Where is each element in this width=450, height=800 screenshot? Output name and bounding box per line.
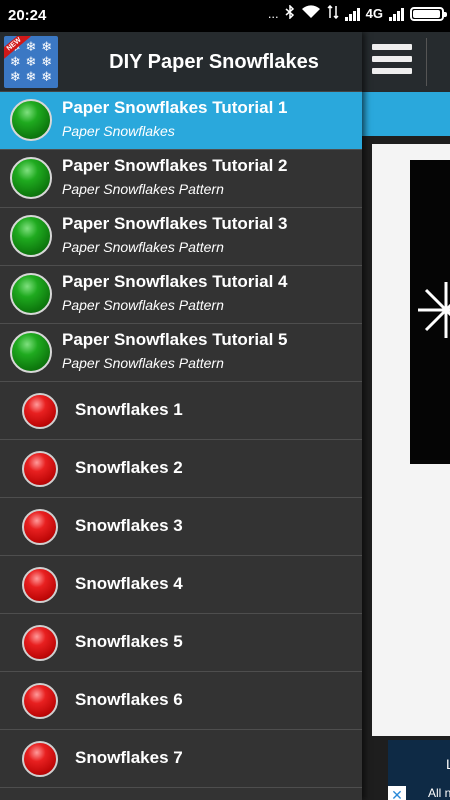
navigation-drawer: ❄❄❄ ❄❄❄ ❄❄❄ NEW DIY Paper Snowflakes Pap… xyxy=(0,32,362,800)
green-ball-icon xyxy=(10,331,52,373)
menu-item[interactable]: Paper Snowflakes Tutorial 5 Paper Snowfla… xyxy=(0,324,362,382)
green-ball-icon xyxy=(10,215,52,257)
menu-item-title: Snowflakes 1 xyxy=(75,400,183,419)
menu-item-title: Paper Snowflakes Tutorial 3 xyxy=(62,214,288,233)
green-ball-icon xyxy=(10,99,52,141)
menu-item-subtitle: Paper Snowflakes xyxy=(62,123,175,139)
menu-item-title: Paper Snowflakes Tutorial 4 xyxy=(62,272,288,291)
content-card xyxy=(372,144,450,736)
drawer-title: DIY Paper Snowflakes xyxy=(109,51,319,73)
status-bar: 20:24 ... 4G xyxy=(0,0,450,32)
menu-item-title: Snowflakes 6 xyxy=(75,690,183,709)
status-icons: ... 4G xyxy=(267,4,447,22)
green-ball-icon xyxy=(10,273,52,315)
menu-item[interactable]: Snowflakes 7 xyxy=(0,730,362,788)
menu-item[interactable]: Snowflakes 2 xyxy=(0,440,362,498)
data-transfer-icon xyxy=(327,4,339,22)
ad-text: L xyxy=(446,756,450,772)
menu-item-subtitle: Paper Snowflakes Pattern xyxy=(62,297,224,313)
menu-item[interactable]: Paper Snowflakes Tutorial 1 Paper Snowfla… xyxy=(0,92,362,150)
menu-item-title: Snowflakes 5 xyxy=(75,632,183,651)
menu-item-subtitle: Paper Snowflakes Pattern xyxy=(62,355,224,371)
red-ball-icon xyxy=(22,451,58,487)
battery-level xyxy=(413,9,440,18)
toolbar-divider xyxy=(426,38,427,86)
battery-icon xyxy=(410,6,447,21)
menu-item[interactable]: Snowflakes 6 xyxy=(0,672,362,730)
red-ball-icon xyxy=(22,509,58,545)
main-content: L ✕ All ne xyxy=(362,32,450,800)
menu-item-title: Snowflakes 4 xyxy=(75,574,183,593)
ad-subtext: All ne xyxy=(428,786,450,800)
red-ball-icon xyxy=(22,393,58,429)
menu-item-title: Paper Snowflakes Tutorial 1 xyxy=(62,98,288,117)
snowflake-rays xyxy=(418,282,450,338)
menu-item-subtitle: Paper Snowflakes Pattern xyxy=(62,239,224,255)
status-time: 20:24 xyxy=(8,7,47,24)
menu-item[interactable]: Snowflakes 3 xyxy=(0,498,362,556)
close-icon[interactable]: ✕ xyxy=(388,786,406,800)
menu-item[interactable]: Paper Snowflakes Tutorial 4 Paper Snowfla… xyxy=(0,266,362,324)
menu-list: Paper Snowflakes Tutorial 1 Paper Snowfla… xyxy=(0,92,362,788)
green-ball-icon xyxy=(10,157,52,199)
tab-strip xyxy=(362,92,450,136)
menu-item[interactable]: Snowflakes 4 xyxy=(0,556,362,614)
menu-item[interactable]: Snowflakes 5 xyxy=(0,614,362,672)
red-ball-icon xyxy=(22,683,58,719)
menu-item[interactable]: Paper Snowflakes Tutorial 3 Paper Snowfla… xyxy=(0,208,362,266)
drawer-header: ❄❄❄ ❄❄❄ ❄❄❄ NEW DIY Paper Snowflakes xyxy=(0,32,362,92)
menu-item-title: Paper Snowflakes Tutorial 2 xyxy=(62,156,288,175)
main-toolbar xyxy=(362,32,450,92)
red-ball-icon xyxy=(22,625,58,661)
snowflake-app-icon[interactable]: ❄❄❄ ❄❄❄ ❄❄❄ NEW xyxy=(4,36,58,88)
menu-item-title: Snowflakes 7 xyxy=(75,748,183,767)
menu-item[interactable]: Paper Snowflakes Tutorial 2 Paper Snowfla… xyxy=(0,150,362,208)
red-ball-icon xyxy=(22,567,58,603)
menu-item-title: Paper Snowflakes Tutorial 5 xyxy=(62,330,288,349)
signal-strength-icon xyxy=(344,7,360,21)
signal-strength-icon-2 xyxy=(389,7,404,21)
network-type: 4G xyxy=(365,6,383,21)
snowflake-image xyxy=(410,160,450,464)
notification-dots: ... xyxy=(267,6,279,21)
ad-banner[interactable]: L ✕ All ne xyxy=(388,740,450,800)
wifi-icon xyxy=(301,5,321,22)
menu-item[interactable]: Snowflakes 1 xyxy=(0,382,362,440)
hamburger-menu-icon[interactable] xyxy=(372,44,412,80)
menu-item-title: Snowflakes 3 xyxy=(75,516,183,535)
red-ball-icon xyxy=(22,741,58,777)
menu-item-title: Snowflakes 2 xyxy=(75,458,183,477)
menu-item-subtitle: Paper Snowflakes Pattern xyxy=(62,181,224,197)
bluetooth-icon xyxy=(285,4,295,22)
